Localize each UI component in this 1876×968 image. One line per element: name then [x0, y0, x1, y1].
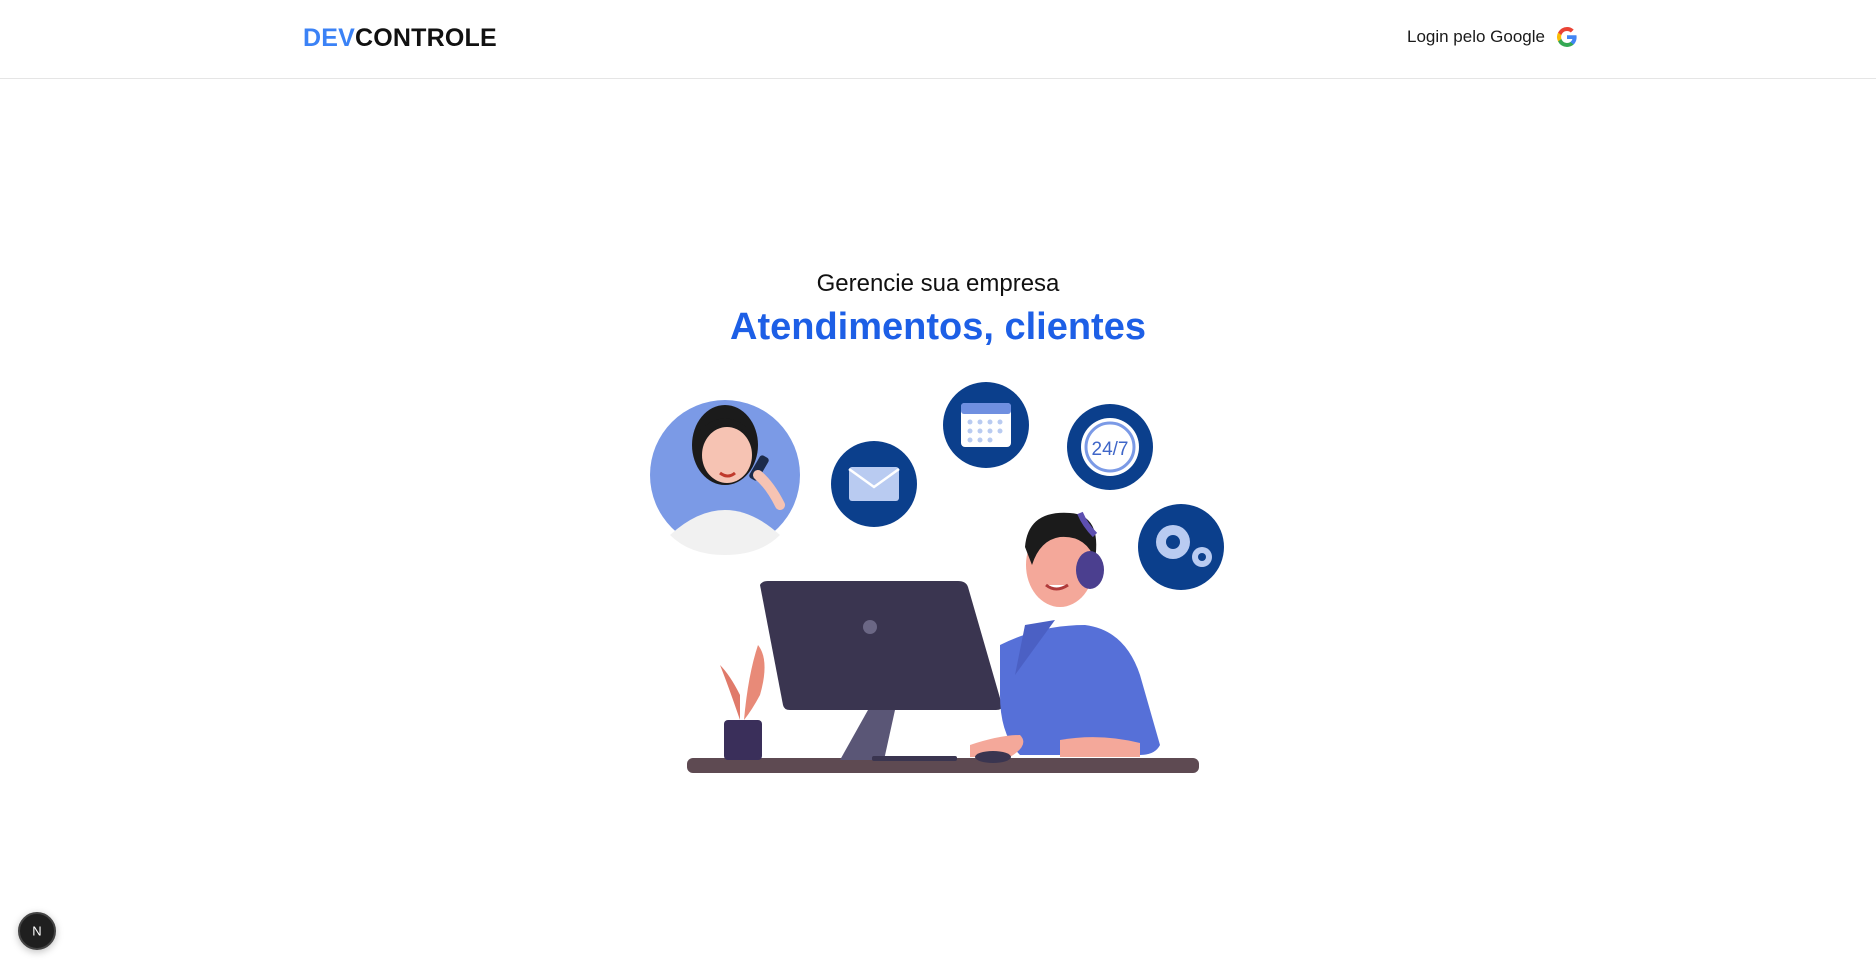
monitor [760, 581, 1003, 761]
hero-subtitle: Gerencie sua empresa [816, 270, 1060, 297]
brand-logo[interactable]: DEVCONTROLE [303, 24, 497, 53]
logo-suffix: CONTROLE [355, 24, 497, 52]
gears-icon [1138, 504, 1224, 590]
nextjs-icon: N [32, 924, 41, 939]
top-header: DEVCONTROLE Login pelo Google [0, 0, 1876, 79]
woman-phone-avatar [650, 400, 800, 555]
badge-letter: N [32, 924, 41, 939]
plant [720, 645, 765, 760]
clock-24-7-icon: 24/7 [1067, 404, 1153, 490]
google-icon [1557, 26, 1577, 47]
nextjs-dev-badge[interactable]: N [18, 912, 56, 950]
email-icon [831, 441, 917, 527]
hero-title: Atendimentos, clientes [730, 306, 1146, 348]
calendar-icon [943, 382, 1029, 468]
customer-support-illustration: 24/7 [650, 382, 1224, 773]
login-label: Login pelo Google [1406, 27, 1545, 46]
clock-text: 24/7 [1092, 439, 1129, 460]
support-agent-man [970, 511, 1160, 763]
google-login-button[interactable]: Login pelo Google [1407, 25, 1579, 49]
logo-prefix: DEV [303, 24, 356, 52]
